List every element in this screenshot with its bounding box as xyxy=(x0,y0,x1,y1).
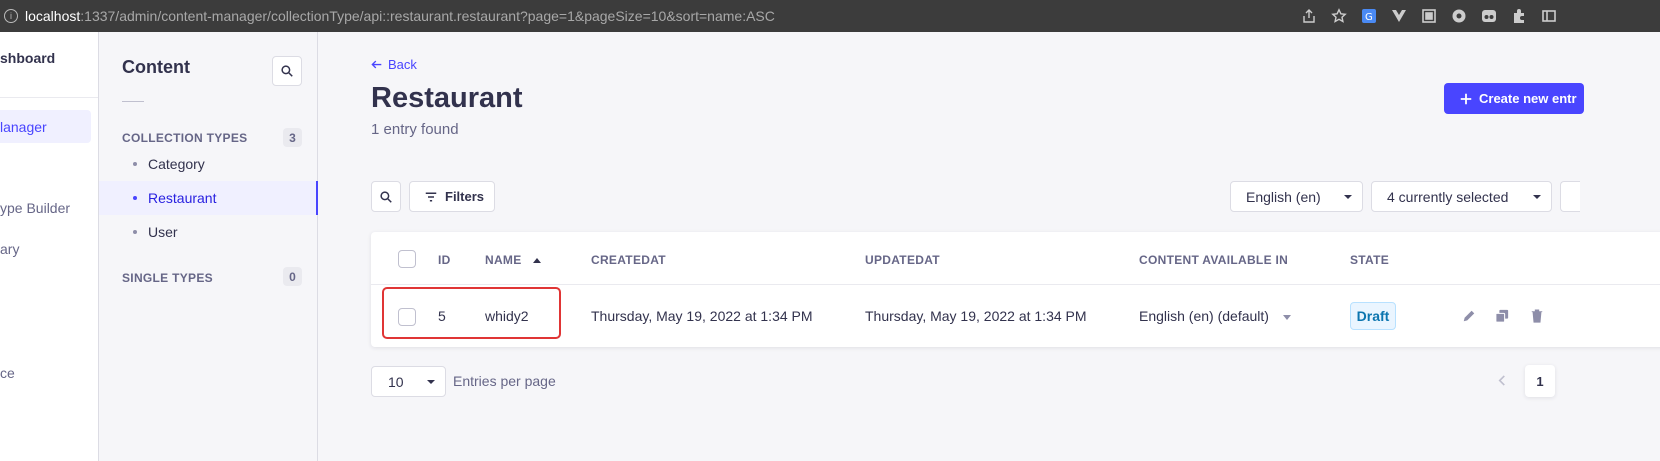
share-icon[interactable] xyxy=(1300,7,1318,25)
translate-extension-icon[interactable]: G xyxy=(1360,7,1378,25)
browser-url-bar: i localhost:1337/admin/content-manager/c… xyxy=(0,0,1660,32)
trash-icon[interactable] xyxy=(1530,309,1544,323)
filter-icon xyxy=(425,192,437,201)
page-size-label: Entries per page xyxy=(453,373,556,389)
single-types-count: 0 xyxy=(283,267,302,286)
chevron-down-icon xyxy=(1344,195,1352,199)
column-header-id[interactable]: ID xyxy=(438,253,451,267)
chevron-left-icon xyxy=(1498,375,1505,386)
bullet-icon xyxy=(133,230,137,234)
table-search-button[interactable] xyxy=(371,181,401,212)
column-header-name[interactable]: NAME xyxy=(485,253,542,267)
extension-square-icon[interactable] xyxy=(1420,7,1438,25)
address-field[interactable]: localhost:1337/admin/content-manager/col… xyxy=(25,8,775,24)
panel-item-category[interactable]: Category xyxy=(99,147,318,181)
nav-content-type-builder[interactable]: ype Builder xyxy=(0,200,70,216)
main-navigation: shboard lanager ype Builder ary ce xyxy=(0,32,99,461)
main-content: Back Restaurant 1 entry found Create new… xyxy=(318,32,1660,461)
status-badge: Draft xyxy=(1350,302,1396,330)
nav-content-manager[interactable]: lanager xyxy=(0,110,91,143)
extensions-puzzle-icon[interactable] xyxy=(1510,7,1528,25)
row-createdat: Thursday, May 19, 2022 at 1:34 PM xyxy=(591,308,813,324)
entries-table: ID NAME CREATEDAT UPDATEDAT CONTENT AVAI… xyxy=(371,232,1660,347)
search-icon xyxy=(380,190,392,203)
page-1-button[interactable]: 1 xyxy=(1525,365,1555,397)
entry-count: 1 entry found xyxy=(371,121,459,138)
browser-toolbar: G xyxy=(1300,0,1558,32)
pencil-icon[interactable] xyxy=(1462,309,1476,323)
column-header-createdat[interactable]: CREATEDAT xyxy=(591,253,666,267)
table-header: ID NAME CREATEDAT UPDATEDAT CONTENT AVAI… xyxy=(371,232,1660,285)
svg-text:G: G xyxy=(1365,12,1373,23)
columns-select[interactable]: 4 currently selected xyxy=(1371,181,1552,212)
panel-item-user[interactable]: User xyxy=(99,215,318,249)
row-locale-dropdown[interactable]: English (en) (default) xyxy=(1139,308,1291,324)
back-link[interactable]: Back xyxy=(371,57,417,72)
select-all-checkbox[interactable] xyxy=(398,250,416,268)
filters-button[interactable]: Filters xyxy=(409,181,495,212)
page-size-select[interactable]: 10 xyxy=(371,366,446,397)
column-header-content-available-in: CONTENT AVAILABLE IN xyxy=(1139,253,1289,267)
create-new-entry-button[interactable]: Create new entr xyxy=(1444,83,1584,114)
nav-dashboard[interactable]: shboard xyxy=(0,50,55,66)
previous-page-button[interactable] xyxy=(1498,373,1506,389)
chevron-down-icon xyxy=(1282,314,1291,320)
nav-media-library[interactable]: ary xyxy=(0,241,19,257)
panel-title: Content xyxy=(122,57,190,77)
chevron-down-icon xyxy=(427,380,435,384)
bullet-icon xyxy=(133,196,137,200)
sidebar-toggle-icon[interactable] xyxy=(1540,7,1558,25)
extension-flower-icon[interactable] xyxy=(1450,7,1468,25)
arrow-left-icon xyxy=(371,60,382,69)
site-info-icon[interactable]: i xyxy=(4,9,18,23)
nav-marketplace[interactable]: ce xyxy=(0,365,15,381)
single-types-heading: SINGLE TYPES xyxy=(122,271,213,285)
column-header-state: STATE xyxy=(1350,253,1390,267)
chevron-down-icon xyxy=(1533,195,1541,199)
content-panel: Content COLLECTION TYPES 3 Category Rest… xyxy=(99,32,318,461)
panel-item-restaurant[interactable]: Restaurant xyxy=(99,181,318,215)
nav-divider xyxy=(0,97,98,98)
collection-types-count: 3 xyxy=(283,128,302,147)
settings-button[interactable] xyxy=(1560,181,1580,212)
highlight-annotation-box xyxy=(382,287,561,339)
sort-ascending-icon xyxy=(533,258,542,263)
search-icon xyxy=(281,65,293,77)
panel-divider xyxy=(122,101,144,102)
duplicate-icon[interactable] xyxy=(1495,309,1509,323)
locale-select[interactable]: English (en) xyxy=(1230,181,1363,212)
column-header-updatedat[interactable]: UPDATEDAT xyxy=(865,253,940,267)
collection-types-heading: COLLECTION TYPES xyxy=(122,131,248,145)
plus-icon xyxy=(1460,93,1472,104)
page-title: Restaurant xyxy=(371,82,523,114)
row-updatedat: Thursday, May 19, 2022 at 1:34 PM xyxy=(865,308,1087,324)
vue-devtools-icon[interactable] xyxy=(1390,7,1408,25)
panel-search-button[interactable] xyxy=(272,56,302,86)
bullet-icon xyxy=(133,162,137,166)
extension-glasses-icon[interactable] xyxy=(1480,7,1498,25)
bookmark-star-icon[interactable] xyxy=(1330,7,1348,25)
